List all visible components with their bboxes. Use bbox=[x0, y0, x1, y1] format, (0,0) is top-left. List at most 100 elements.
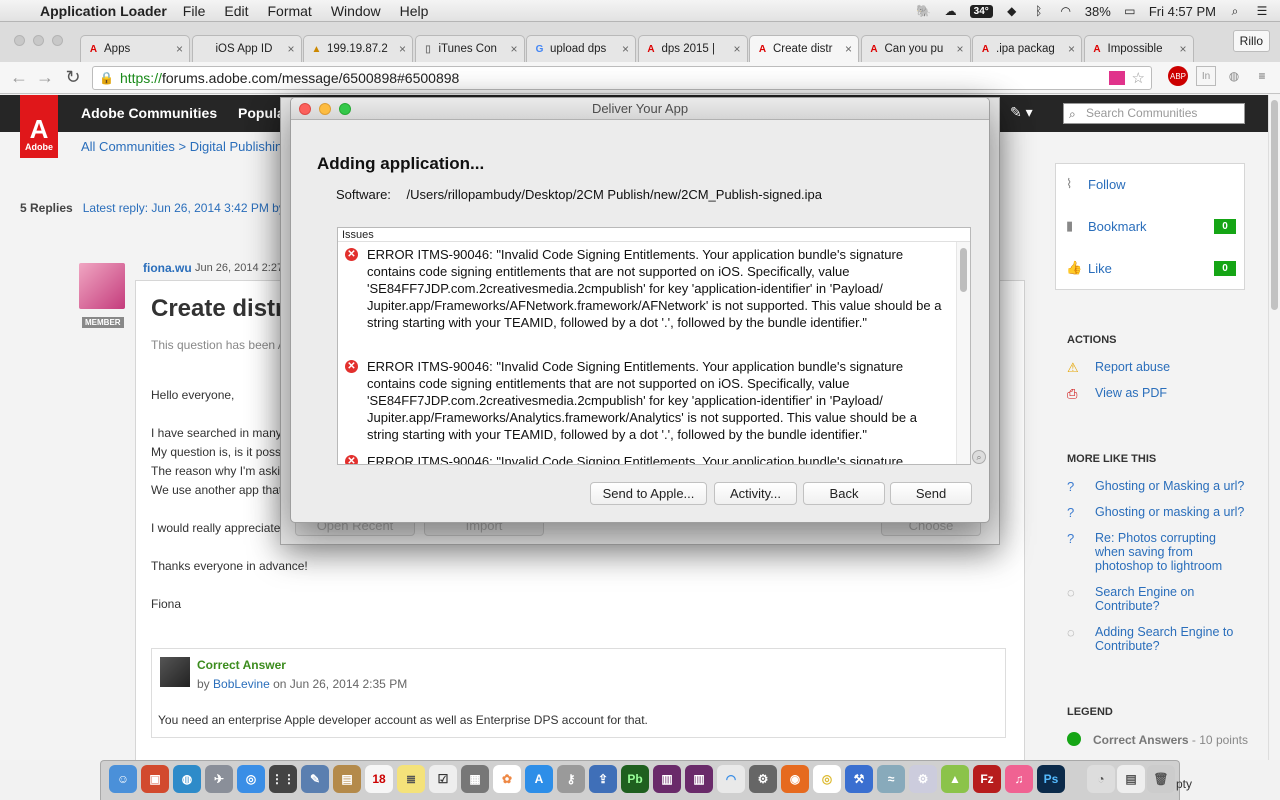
bookmark-button[interactable]: ▮ Bookmark 0 bbox=[1066, 211, 1236, 241]
cloud-icon[interactable]: ☁ bbox=[943, 4, 959, 18]
latest-reply[interactable]: Latest reply: Jun 26, 2014 3:42 PM by fi bbox=[83, 201, 294, 215]
app-store-icon[interactable]: A bbox=[525, 765, 553, 793]
documents-stack-icon[interactable]: ▤ bbox=[1117, 765, 1145, 793]
tab-close-icon[interactable]: × bbox=[845, 42, 852, 56]
reload-icon[interactable]: ↻ bbox=[62, 67, 84, 89]
browser-minimize-button[interactable] bbox=[33, 35, 44, 46]
zoom-magnifier-icon[interactable]: ⌕ bbox=[972, 450, 986, 464]
dropbox-icon[interactable]: ◆ bbox=[1004, 4, 1020, 18]
back-arrow-icon[interactable]: ← bbox=[8, 67, 30, 89]
more-link[interactable]: ◌ Adding Search Engine to Contribute? bbox=[1067, 625, 1247, 653]
browser-close-button[interactable] bbox=[14, 35, 25, 46]
like-button[interactable]: 👍 Like 0 bbox=[1066, 253, 1236, 283]
browser-tab[interactable]: A Create distr × bbox=[749, 35, 859, 62]
tab-close-icon[interactable]: × bbox=[287, 42, 294, 56]
battery-icon[interactable]: ▭ bbox=[1122, 4, 1138, 18]
browser-tab[interactable]: A .ipa packag × bbox=[972, 35, 1082, 62]
browser-tab[interactable]: iOS App ID × bbox=[191, 35, 302, 62]
system-preferences-icon[interactable]: ⚙ bbox=[749, 765, 777, 793]
nav-popular[interactable]: Popula bbox=[238, 105, 285, 121]
tab-close-icon[interactable]: × bbox=[956, 42, 963, 56]
itunes-icon[interactable]: ♫ bbox=[1005, 765, 1033, 793]
breadcrumb[interactable]: All Communities > Digital Publishing S bbox=[81, 139, 302, 154]
menu-window[interactable]: Window bbox=[331, 3, 381, 19]
adblock-icon[interactable]: ABP bbox=[1168, 66, 1188, 86]
nav-adobe-communities[interactable]: Adobe Communities bbox=[81, 105, 217, 121]
back-button[interactable]: Back bbox=[803, 482, 885, 505]
menu-help[interactable]: Help bbox=[400, 3, 429, 19]
globe-icon[interactable]: ◍ bbox=[1224, 66, 1244, 86]
tab-close-icon[interactable]: × bbox=[510, 42, 517, 56]
tab-close-icon[interactable]: × bbox=[176, 42, 183, 56]
tab-close-icon[interactable]: × bbox=[399, 42, 406, 56]
trash-icon[interactable]: 🗑 bbox=[1147, 765, 1175, 793]
issues-scrollbar-thumb[interactable] bbox=[960, 248, 967, 292]
issues-scrollbar[interactable] bbox=[956, 242, 970, 464]
prelude-icon[interactable]: Pb bbox=[621, 765, 649, 793]
browser-tab[interactable]: A Apps × bbox=[80, 35, 190, 62]
address-bar[interactable]: 🔒 https:// forums.adobe.com/message/6500… bbox=[92, 66, 1152, 90]
contacts-icon[interactable]: ▤ bbox=[333, 765, 361, 793]
page-scrollbar-thumb[interactable] bbox=[1271, 100, 1278, 310]
reminders-icon[interactable]: ☑ bbox=[429, 765, 457, 793]
safari-icon[interactable]: ◎ bbox=[237, 765, 265, 793]
bookmark-star-icon[interactable]: ☆ bbox=[1132, 69, 1145, 87]
author-name[interactable]: fiona.wu bbox=[143, 261, 192, 275]
wifi-app-icon[interactable]: ◠ bbox=[717, 765, 745, 793]
app-grid-icon[interactable]: ⋮⋮ bbox=[269, 765, 297, 793]
chrome-menu-icon[interactable]: ≡ bbox=[1252, 66, 1272, 86]
tab-close-icon[interactable]: × bbox=[1179, 42, 1186, 56]
browser-tab[interactable]: A Impossible × bbox=[1083, 35, 1194, 62]
extension-icon[interactable] bbox=[1109, 71, 1125, 85]
tab-close-icon[interactable]: × bbox=[733, 42, 740, 56]
bluetooth-icon[interactable]: ᛒ bbox=[1031, 4, 1047, 18]
pencil-icon[interactable]: ✎ ▾ bbox=[1010, 104, 1033, 121]
menu-format[interactable]: Format bbox=[267, 3, 311, 19]
network-app-icon[interactable]: ≈ bbox=[877, 765, 905, 793]
wifi-icon[interactable]: ◠ bbox=[1058, 4, 1074, 18]
utility-icon[interactable]: ⚙ bbox=[909, 765, 937, 793]
clock[interactable]: Fri 4:57 PM bbox=[1149, 4, 1216, 19]
view-pdf-link[interactable]: ⎙ View as PDF bbox=[1067, 386, 1247, 402]
photo-booth-icon[interactable]: ▣ bbox=[141, 765, 169, 793]
globe-app-icon[interactable]: ◍ bbox=[173, 765, 201, 793]
finder-icon[interactable]: ☺ bbox=[109, 765, 137, 793]
keychain-icon[interactable]: ⚷ bbox=[557, 765, 585, 793]
more-link[interactable]: ? Ghosting or Masking a url? bbox=[1067, 479, 1247, 494]
send-button[interactable]: Send bbox=[890, 482, 972, 505]
temperature-badge[interactable]: 34° bbox=[969, 4, 993, 18]
activity-button[interactable]: Activity... bbox=[714, 482, 797, 505]
keynote-icon[interactable]: ▦ bbox=[461, 765, 489, 793]
follow-button[interactable]: ⌇ Follow bbox=[1066, 169, 1236, 199]
app-menu[interactable]: Application Loader bbox=[40, 3, 167, 19]
more-link[interactable]: ? Ghosting or masking a url? bbox=[1067, 505, 1247, 520]
author-avatar[interactable] bbox=[79, 263, 125, 309]
indesign-icon-2[interactable]: ▥ bbox=[685, 765, 713, 793]
xcode-icon[interactable]: ⚒ bbox=[845, 765, 873, 793]
profile-button[interactable]: Rillo bbox=[1232, 30, 1270, 52]
android-icon[interactable]: ▲ bbox=[941, 765, 969, 793]
tab-close-icon[interactable]: × bbox=[1068, 42, 1075, 56]
filezilla-icon[interactable]: Fz bbox=[973, 765, 1001, 793]
indesign-icon-1[interactable]: ▥ bbox=[653, 765, 681, 793]
firefox-icon[interactable]: ◉ bbox=[781, 765, 809, 793]
window-zoom-button[interactable] bbox=[339, 103, 351, 115]
menu-file[interactable]: File bbox=[183, 3, 206, 19]
notification-center-icon[interactable]: ☰ bbox=[1254, 4, 1270, 18]
window-minimize-button[interactable] bbox=[319, 103, 331, 115]
tab-close-icon[interactable]: × bbox=[622, 42, 629, 56]
answer-author[interactable]: BobLevine bbox=[213, 677, 270, 691]
application-loader-icon[interactable]: ⇪ bbox=[589, 765, 617, 793]
page-scrollbar[interactable] bbox=[1268, 95, 1280, 760]
photos-icon[interactable]: ✿ bbox=[493, 765, 521, 793]
preview-icon[interactable]: ✎ bbox=[301, 765, 329, 793]
more-link[interactable]: ◌ Search Engine on Contribute? bbox=[1067, 585, 1247, 613]
browser-tab[interactable]: Gupload dps × bbox=[526, 35, 636, 62]
photoshop-icon[interactable]: Ps bbox=[1037, 765, 1065, 793]
report-abuse-link[interactable]: ⚠ Report abuse bbox=[1067, 360, 1247, 376]
spotlight-icon[interactable]: ⌕ bbox=[1227, 4, 1243, 18]
downloads-stack-icon[interactable]: ◔ bbox=[1087, 765, 1115, 793]
linkedin-extension-icon[interactable]: In bbox=[1196, 66, 1216, 86]
menu-edit[interactable]: Edit bbox=[224, 3, 248, 19]
issues-list[interactable]: Issues ✕ ERROR ITMS-90046: "Invalid Code… bbox=[337, 227, 971, 465]
